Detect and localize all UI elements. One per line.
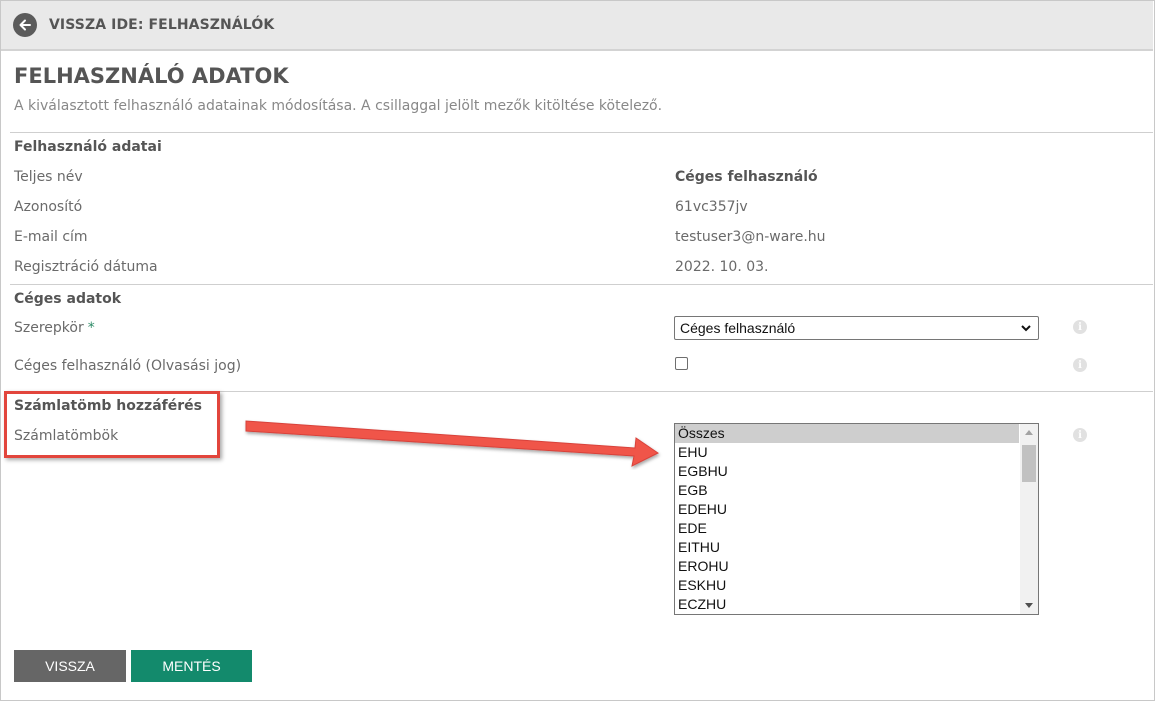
annotation-highlight-box [4,391,220,458]
divider [10,132,1153,133]
full-name-label: Teljes név [14,169,83,185]
required-asterisk: * [87,320,95,336]
readonly-checkbox[interactable] [675,357,688,370]
section-title-user: Felhasználó adatai [14,139,162,155]
invoice-blocks-listbox[interactable]: Összes EHU EGBHU EGB EDEHU EDE EITHU EROHU ESKHU… [674,423,1039,615]
chevron-down-icon [1021,325,1031,332]
email-label: E-mail cím [14,229,88,245]
section-title-company: Céges adatok [14,291,122,307]
info-icon[interactable]: i [1073,428,1087,442]
scroll-down-icon[interactable] [1020,597,1038,614]
top-bar: VISSZA IDE: FELHASZNÁLÓK [1,1,1153,51]
arrow-left-icon [13,13,37,37]
id-label: Azonosító [14,199,83,215]
back-to-users-link[interactable]: VISSZA IDE: FELHASZNÁLÓK [13,13,274,37]
listbox-option[interactable]: EDE [675,519,1019,538]
listbox-option[interactable]: EITHU [675,538,1019,557]
page-title: FELHASZNÁLÓ ADATOK [14,64,289,88]
back-link-label: VISSZA IDE: FELHASZNÁLÓK [49,17,275,33]
annotation-arrow [245,420,659,467]
id-value: 61vc357jv [675,199,748,215]
scrollbar[interactable] [1020,424,1038,614]
divider [10,284,1153,285]
scrollbar-thumb[interactable] [1022,445,1036,482]
email-value: testuser3@n-ware.hu [675,229,826,245]
listbox-option[interactable]: EGBHU [675,462,1019,481]
scroll-up-icon[interactable] [1020,424,1038,441]
readonly-label: Céges felhasználó (Olvasási jog) [14,358,242,374]
listbox-option[interactable]: EGB [675,481,1019,500]
role-select[interactable]: Céges felhasználó [674,316,1039,340]
registration-date-value: 2022. 10. 03. [675,259,769,275]
listbox-option[interactable]: Összes [675,424,1019,443]
listbox-option[interactable]: EHU [675,443,1019,462]
listbox-option[interactable]: ESKHU [675,576,1019,595]
registration-date-label: Regisztráció dátuma [14,259,158,275]
info-icon[interactable]: i [1073,320,1087,334]
info-icon[interactable]: i [1073,358,1087,372]
page-subtitle: A kiválasztott felhasználó adatainak mód… [14,98,663,114]
full-name-value: Céges felhasználó [675,169,818,185]
role-select-value: Céges felhasználó [680,320,796,336]
listbox-options: Összes EHU EGBHU EGB EDEHU EDE EITHU EROHU ESKHU… [675,424,1019,614]
back-button[interactable]: VISSZA [14,650,126,682]
listbox-option[interactable]: ECZHU [675,595,1019,614]
role-label-text: Szerepkör [14,320,84,336]
save-button[interactable]: MENTÉS [131,650,252,682]
listbox-option[interactable]: EROHU [675,557,1019,576]
listbox-option[interactable]: EDEHU [675,500,1019,519]
role-label: Szerepkör * [14,320,95,336]
